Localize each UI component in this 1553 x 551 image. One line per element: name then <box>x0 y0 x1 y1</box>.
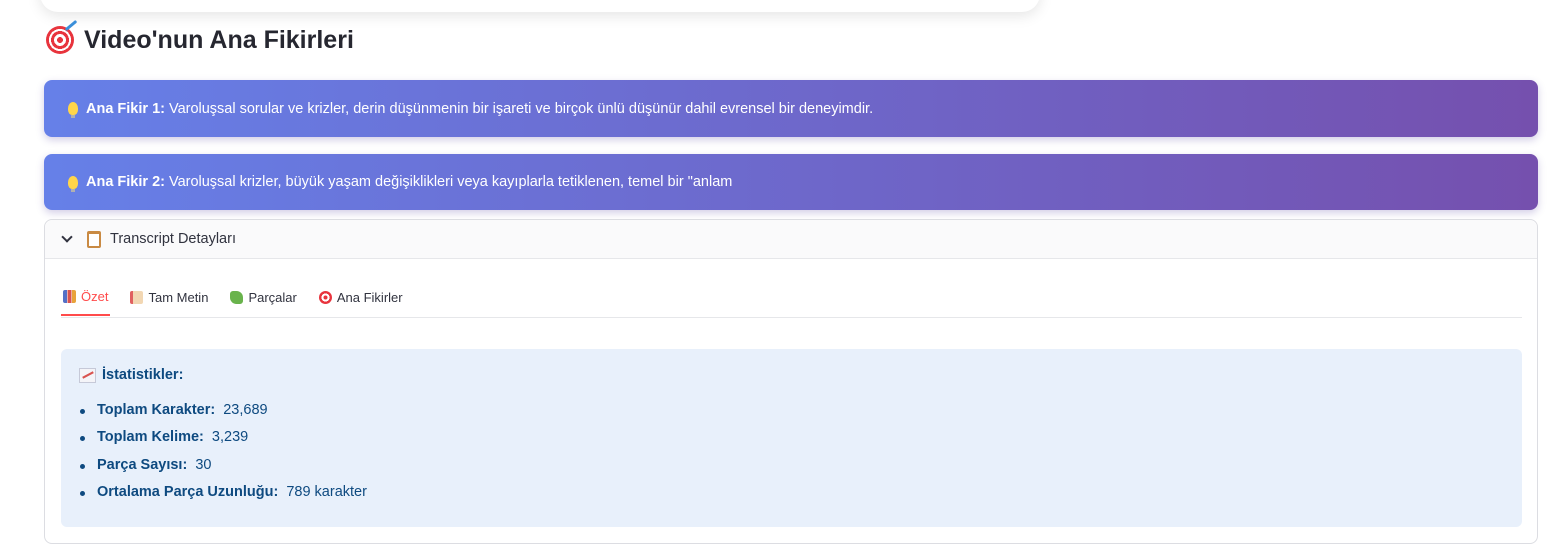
stat-label: Ortalama Parça Uzunluğu: <box>97 483 279 500</box>
page-title: Video'nun Ana Fikirleri <box>46 22 354 58</box>
target-icon <box>46 26 74 54</box>
target-icon <box>318 290 332 304</box>
stat-label: Parça Sayısı: <box>97 456 188 473</box>
top-card-shadow <box>40 0 1040 12</box>
main-idea-card-2: Ana Fikir 2: Varoluşsal krizler, büyük y… <box>44 154 1538 210</box>
tab-label: Tam Metin <box>148 289 209 305</box>
stat-value: 3,239 <box>211 429 249 446</box>
lightbulb-icon <box>68 175 78 192</box>
lightbulb-icon <box>68 102 78 118</box>
main-idea-label: Ana Fikir 2: <box>86 174 165 190</box>
trend-chart-icon <box>79 367 96 383</box>
stat-item-chunk-count: Parça Sayısı: 30 <box>80 452 1504 479</box>
main-idea-card-1: Ana Fikir 1: Varoluşsal sorular ve krizl… <box>44 80 1538 137</box>
expander-title: Transcript Detayları <box>110 231 236 247</box>
stat-value: 789 karakter <box>286 483 367 500</box>
tab-main-ideas[interactable]: Ana Fikirler <box>317 278 405 316</box>
bar-chart-icon <box>63 289 76 303</box>
stat-label: Toplam Karakter: <box>97 402 216 418</box>
main-idea-text: Varoluşsal sorular ve krizler, derin düş… <box>168 100 874 117</box>
main-idea-text: Varoluşsal krizler, büyük yaşam değişikl… <box>168 174 733 190</box>
tab-full-text[interactable]: Tam Metin <box>128 278 210 316</box>
statistics-heading: İstatistikler: <box>79 367 1504 383</box>
clipboard-icon <box>87 230 101 248</box>
stat-item-total-characters: Toplam Karakter: 23,689 <box>80 397 1504 424</box>
page-title-text: Video'nun Ana Fikirleri <box>84 25 354 54</box>
stat-value: 30 <box>195 456 212 473</box>
transcript-details-expander: Transcript Detayları Özet Tam Metin Parç… <box>44 219 1538 544</box>
stat-item-average-chunk-length: Ortalama Parça Uzunluğu: 789 karakter <box>80 479 1504 506</box>
stat-value: 23,689 <box>223 402 268 418</box>
tab-label: Ana Fikirler <box>336 289 403 305</box>
stat-item-total-words: Toplam Kelime: 3,239 <box>80 424 1504 451</box>
tab-label: Özet <box>81 288 109 304</box>
main-idea-label: Ana Fikir 1: <box>86 100 165 117</box>
tab-chunks[interactable]: Parçalar <box>228 278 298 316</box>
puzzle-icon <box>230 290 244 304</box>
memo-icon <box>130 290 144 304</box>
chevron-down-icon[interactable] <box>61 231 73 243</box>
tab-summary[interactable]: Özet <box>61 278 111 316</box>
statistics-panel: İstatistikler: Toplam Karakter: 23,689 T… <box>61 349 1522 527</box>
tab-label: Parçalar <box>248 289 297 305</box>
stat-label: Toplam Kelime: <box>97 429 204 446</box>
expander-header[interactable]: Transcript Detayları <box>45 220 1537 259</box>
tab-bar: Özet Tam Metin Parçalar Ana Fikirler <box>61 278 1522 318</box>
statistics-list: Toplam Karakter: 23,689 Toplam Kelime: 3… <box>79 397 1504 506</box>
statistics-heading-text: İstatistikler: <box>102 367 184 383</box>
